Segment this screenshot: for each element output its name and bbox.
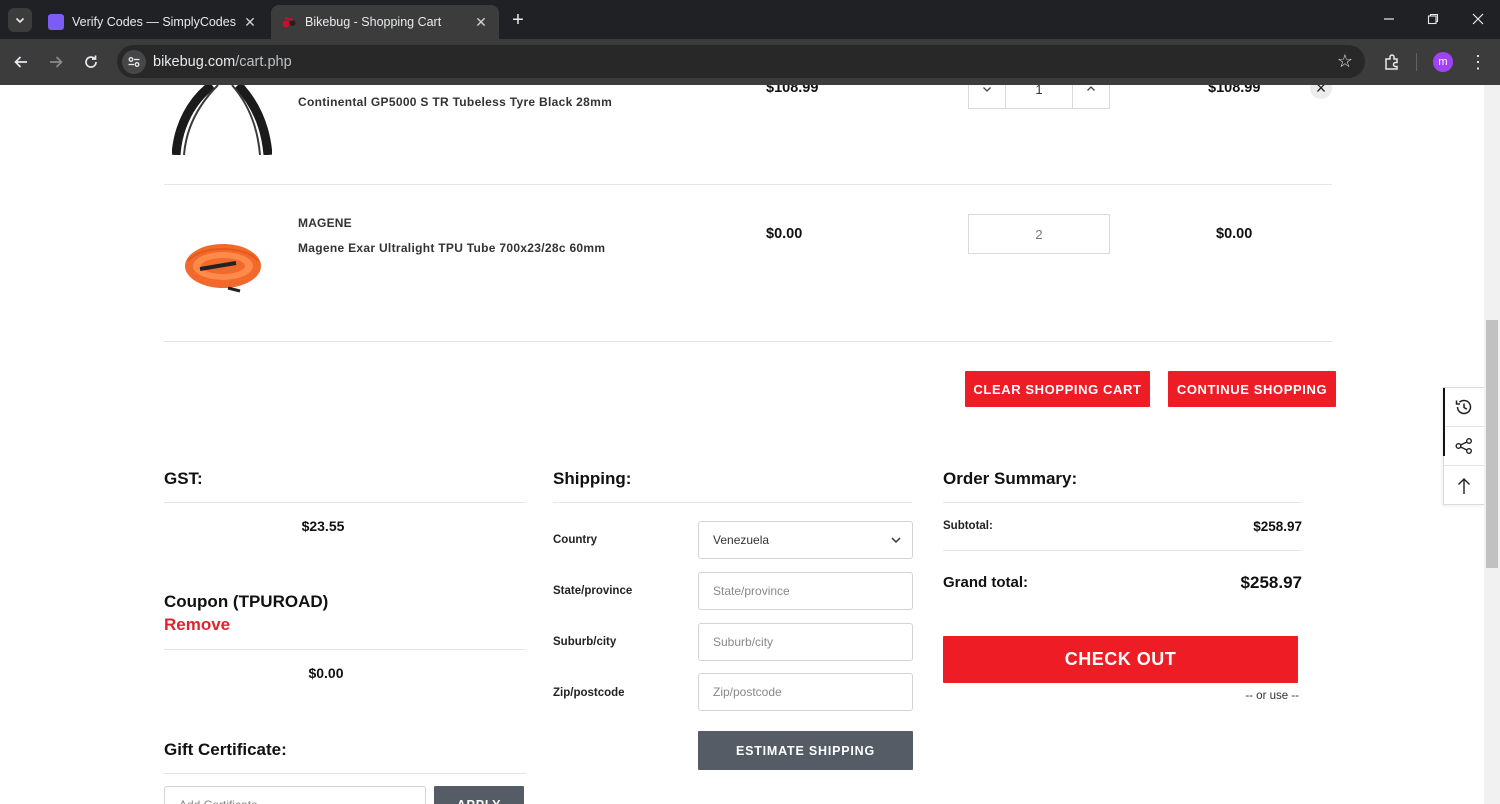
subtotal-value: $258.97 — [1253, 519, 1302, 534]
tab-title: Verify Codes — SimplyCodes — [72, 15, 236, 29]
product-brand: MAGENE — [298, 216, 352, 230]
product-name[interactable]: Continental GP5000 S TR Tubeless Tyre Bl… — [298, 95, 612, 109]
quantity-stepper[interactable]: 1 — [968, 85, 1110, 109]
increase-quantity-button[interactable] — [1073, 85, 1109, 108]
item-divider — [164, 341, 1332, 342]
checkout-button[interactable]: CHECK OUT — [943, 636, 1298, 683]
minimize-icon[interactable] — [1378, 8, 1400, 30]
zip-label: Zip/postcode — [553, 687, 625, 699]
section-divider — [943, 550, 1302, 551]
reload-icon[interactable] — [79, 50, 103, 74]
product-price: $108.99 — [766, 85, 819, 96]
page-scrollbar[interactable] — [1484, 85, 1500, 804]
tab-search-button[interactable] — [8, 8, 32, 32]
chevron-down-icon — [983, 87, 991, 92]
restore-icon[interactable] — [1422, 8, 1444, 30]
continue-shopping-button[interactable]: CONTINUE SHOPPING — [1168, 371, 1336, 407]
profile-avatar[interactable]: m — [1433, 52, 1453, 72]
estimate-shipping-button[interactable]: ESTIMATE SHIPPING — [698, 731, 913, 770]
back-arrow-icon[interactable] — [9, 50, 33, 74]
country-selected-value: Venezuela — [713, 533, 770, 547]
remove-coupon-link[interactable]: Remove — [164, 615, 230, 635]
line-total: $0.00 — [1216, 226, 1253, 242]
coupon-value: $0.00 — [308, 665, 344, 681]
bookmark-star-icon[interactable]: ☆ — [1337, 51, 1353, 71]
coupon-heading: Coupon (TPUROAD) — [164, 592, 329, 611]
product-image-tyre[interactable] — [171, 85, 273, 156]
state-province-input[interactable]: State/province — [698, 572, 913, 610]
line-total: $108.99 — [1208, 85, 1261, 96]
grand-total-label: Grand total: — [943, 574, 1028, 591]
clear-shopping-cart-button[interactable]: CLEAR SHOPPING CART — [965, 371, 1150, 407]
browser-toolbar: bikebug.com/cart.php ☆ m ⋮ — [0, 39, 1500, 85]
state-label: State/province — [553, 585, 633, 597]
decrease-quantity-button[interactable] — [969, 85, 1005, 108]
section-divider — [164, 649, 526, 650]
recently-viewed-history-icon[interactable] — [1444, 388, 1484, 427]
city-label: Suburb/city — [553, 636, 617, 648]
remove-item-close-icon[interactable]: × — [1310, 85, 1332, 99]
order-summary-heading: Order Summary: — [943, 469, 1078, 488]
country-select[interactable]: Venezuela — [698, 521, 913, 559]
floating-side-toolbar — [1443, 387, 1484, 505]
browser-tab-bar: Verify Codes — SimplyCodes ✕ Bikebug - S… — [0, 0, 1500, 39]
quantity-field[interactable]: 2 — [968, 214, 1110, 254]
url-text: bikebug.com/cart.php — [153, 54, 292, 70]
product-price: $0.00 — [766, 226, 803, 242]
zip-postcode-input[interactable]: Zip/postcode — [698, 673, 913, 711]
product-name[interactable]: Magene Exar Ultralight TPU Tube 700x23/2… — [298, 241, 605, 255]
country-label: Country — [553, 534, 598, 546]
item-divider — [164, 184, 1332, 185]
gift-certificate-heading: Gift Certificate: — [164, 740, 287, 759]
share-icon[interactable] — [1444, 427, 1484, 466]
product-image-tube[interactable] — [180, 233, 266, 299]
simplycodes-favicon-icon — [48, 14, 64, 30]
toolbar-divider — [1416, 53, 1417, 71]
or-use-text: -- or use -- — [1245, 690, 1299, 702]
browser-menu-icon[interactable]: ⋮ — [1466, 50, 1490, 74]
tab-bikebug[interactable]: Bikebug - Shopping Cart ✕ — [271, 5, 499, 39]
address-bar[interactable]: bikebug.com/cart.php ☆ — [117, 45, 1365, 78]
gift-certificate-input[interactable]: Add Certificate — [164, 786, 426, 804]
url-path: /cart.php — [235, 53, 292, 70]
section-divider — [164, 773, 526, 774]
scrollbar-thumb[interactable] — [1486, 320, 1498, 568]
section-divider — [553, 502, 912, 503]
tab-simplycodes[interactable]: Verify Codes — SimplyCodes ✕ — [38, 5, 268, 39]
suburb-city-input[interactable]: Suburb/city — [698, 623, 913, 661]
close-icon[interactable]: ✕ — [242, 14, 258, 30]
chevron-down-icon — [15, 17, 25, 24]
url-host: bikebug.com — [153, 53, 236, 70]
apply-gift-certificate-button[interactable]: APPLY — [434, 786, 524, 804]
subtotal-label: Subtotal: — [943, 520, 993, 532]
gst-heading: GST: — [164, 469, 203, 488]
scroll-to-top-arrow-icon[interactable] — [1444, 466, 1484, 505]
page-viewport: Continental GP5000 S TR Tubeless Tyre Bl… — [0, 85, 1500, 804]
extensions-puzzle-icon[interactable] — [1380, 50, 1404, 74]
quantity-value[interactable]: 1 — [1005, 85, 1073, 108]
gst-value: $23.55 — [301, 518, 345, 534]
close-icon[interactable]: ✕ — [473, 14, 489, 30]
forward-arrow-icon[interactable] — [44, 50, 68, 74]
window-close-icon[interactable] — [1467, 8, 1489, 30]
site-info-icon[interactable] — [122, 49, 146, 74]
section-divider — [943, 502, 1302, 503]
shipping-heading: Shipping: — [553, 469, 632, 488]
chevron-down-icon — [891, 537, 901, 544]
active-indicator — [1443, 388, 1445, 456]
bikebug-favicon-icon — [281, 14, 297, 30]
tab-title: Bikebug - Shopping Cart — [305, 15, 442, 29]
grand-total-value: $258.97 — [1240, 573, 1302, 592]
chevron-up-icon — [1087, 86, 1095, 91]
section-divider — [164, 502, 526, 503]
new-tab-plus-icon[interactable]: + — [507, 9, 529, 31]
